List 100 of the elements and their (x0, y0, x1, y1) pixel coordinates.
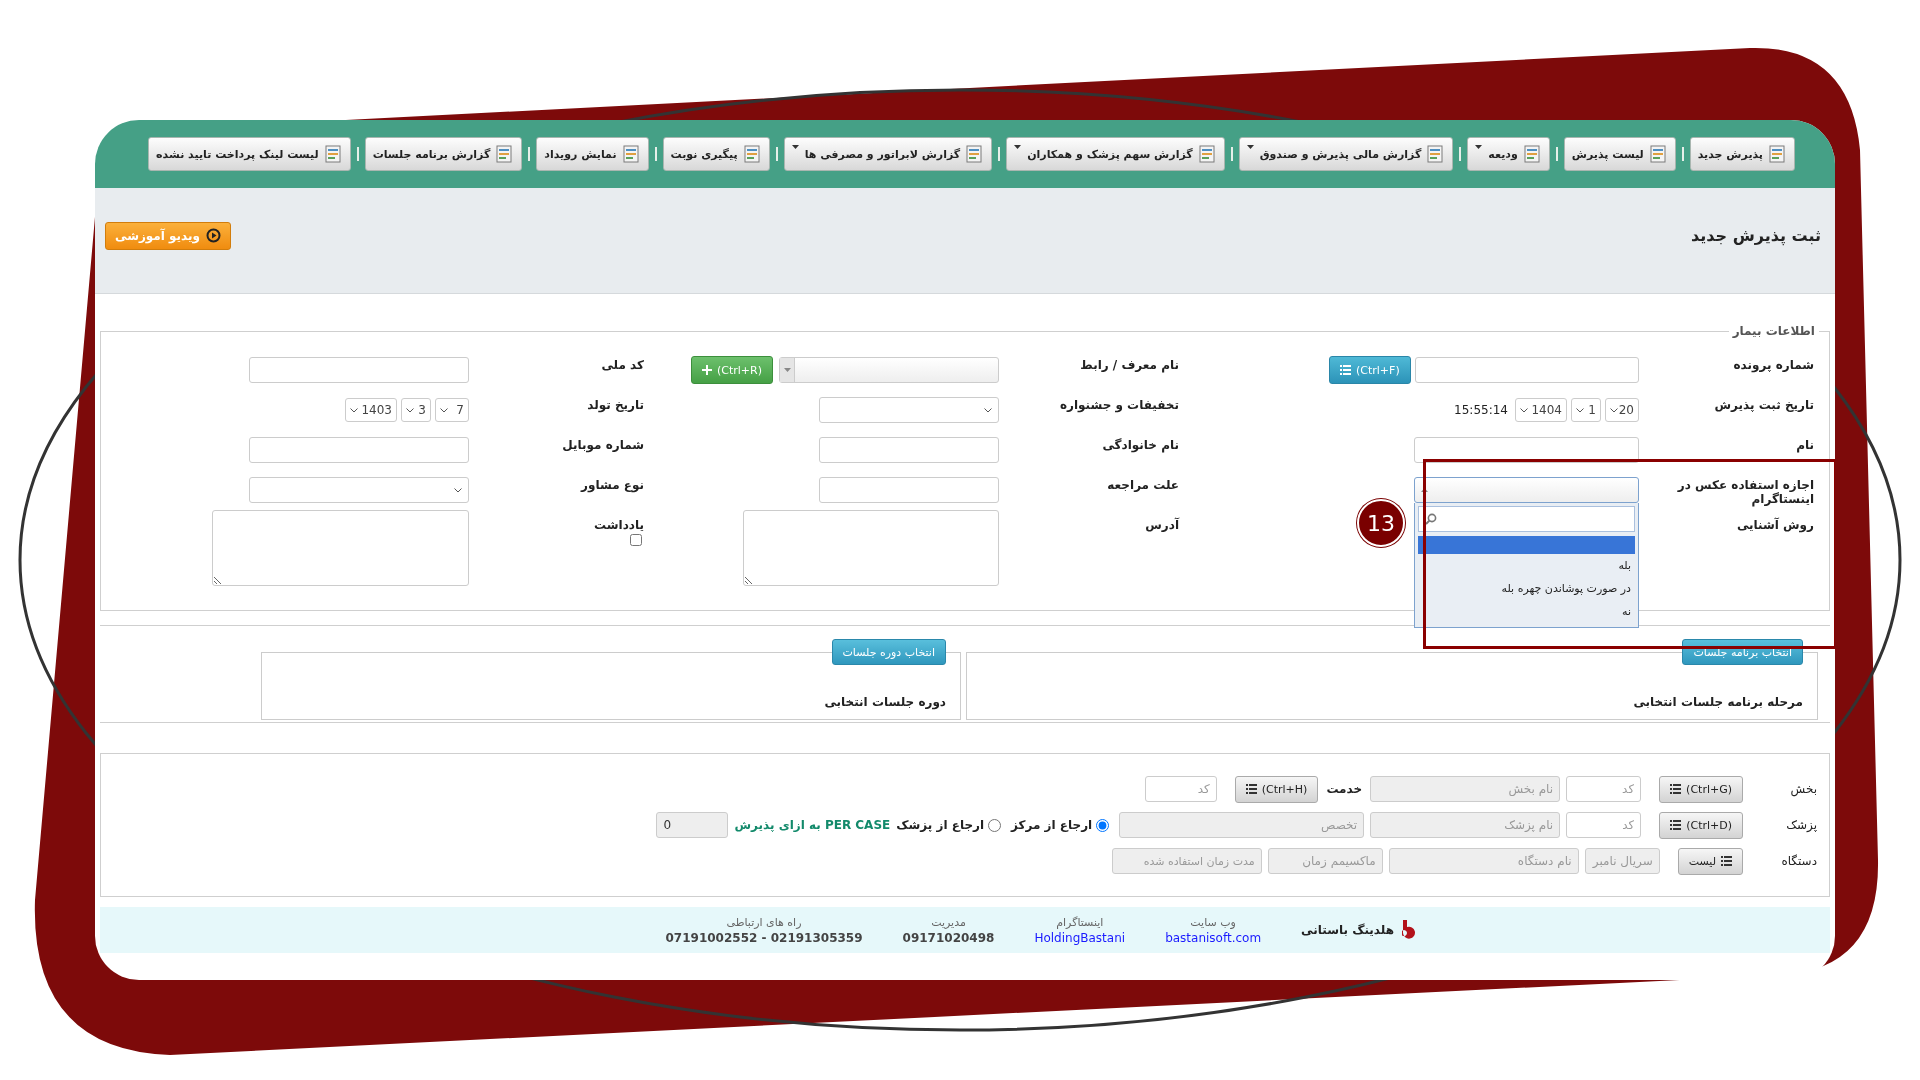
document-icon (1425, 144, 1446, 164)
referral-radio[interactable] (988, 818, 1002, 832)
contact-value: 07191002552 - 02191305359 (665, 930, 863, 945)
input-field[interactable] (249, 437, 469, 463)
field-label: شماره پرونده (1732, 357, 1815, 375)
caret-icon (1014, 145, 1022, 149)
field-label: کد ملی (600, 357, 645, 374)
list-icon (1721, 856, 1732, 866)
date-select[interactable]: 1404 (1515, 398, 1567, 422)
field-label: نام (1795, 437, 1815, 455)
lookup-button[interactable]: (Ctrl+D) (1659, 811, 1743, 839)
toolbar-button[interactable]: ودیعه (1467, 137, 1550, 171)
contact-value: 09171020498 (902, 930, 995, 945)
referral-radio[interactable] (1096, 818, 1110, 832)
note-textarea[interactable] (212, 510, 469, 586)
lookup-button[interactable]: (Ctrl+H) (1234, 775, 1319, 803)
field-label: بخش (1789, 782, 1817, 796)
document-icon (620, 144, 641, 164)
input-field[interactable] (819, 437, 999, 463)
address-textarea[interactable] (743, 510, 999, 586)
chevron-down-icon (454, 487, 462, 493)
device-field[interactable]: ماکسیمم زمان (1267, 848, 1383, 874)
section-legend: اطلاعات بیمار (1728, 324, 1819, 338)
field-label: دستگاه (1780, 854, 1817, 868)
document-icon (1521, 144, 1542, 164)
select-field[interactable] (819, 397, 999, 423)
caret-icon (1475, 145, 1483, 149)
specialty-field[interactable]: تخصص (1119, 812, 1365, 838)
field-label: روش آشنایی (1735, 516, 1815, 535)
select-field[interactable] (779, 357, 999, 383)
field-label: خدمت (1326, 782, 1363, 796)
time-text: 15:55:14 (1454, 403, 1508, 417)
list-icon (1340, 365, 1351, 375)
session-label: دوره جلسات انتخابی (824, 695, 946, 709)
toolbar-button[interactable]: نمایش رویداد (536, 137, 649, 171)
date-select[interactable]: 1403 (345, 398, 397, 422)
logo-icon (1402, 920, 1416, 940)
step-marker: 13 (1357, 499, 1405, 547)
toolbar-button[interactable]: گزارش مالی پذیرش و صندوق (1238, 137, 1454, 171)
toolbar-button[interactable]: لیست پذیرش (1563, 137, 1676, 171)
doctor-name-field[interactable]: نام پزشک (1370, 812, 1561, 838)
field-label: تاریخ ثبت پذیرش (1713, 397, 1815, 414)
list-icon (1670, 784, 1682, 794)
document-icon (322, 144, 343, 164)
date-select[interactable]: 3 (401, 398, 431, 422)
contact-title: اینستاگرام (1056, 915, 1104, 929)
chevron-down-icon (984, 407, 992, 413)
caret-icon (791, 145, 799, 149)
field-label: نام معرف / رابط (1079, 357, 1180, 375)
lookup-button[interactable]: (Ctrl+G) (1659, 775, 1743, 803)
date-select[interactable]: 20 (1605, 398, 1639, 422)
photo-permission-select[interactable] (1414, 477, 1639, 503)
toolbar-button[interactable]: گزارش سهم پزشک و همکاران (1006, 137, 1225, 171)
page-title: ثبت پذیرش جدید (1691, 226, 1821, 245)
session-label: مرحله برنامه جلسات انتخابی (1633, 695, 1803, 709)
dropdown-option[interactable]: در صورت پوشاندن چهره بله (1418, 577, 1635, 600)
toolbar-button[interactable]: گزارش لابراتور و مصرفی ها (783, 137, 993, 171)
brand-name: هلدینگ باستانی (1301, 923, 1394, 937)
toolbar-button[interactable]: پیگیری نوبت (662, 137, 770, 171)
contact-link[interactable]: HoldingBastani (1034, 930, 1126, 945)
caret-icon (1246, 145, 1254, 149)
device-field[interactable]: نام دستگاه (1388, 848, 1579, 874)
contact-link[interactable]: bastanisoft.com (1165, 930, 1262, 945)
code-field[interactable]: کد (1144, 776, 1217, 802)
field-label: اجازه استفاده عکس در اینستاگرام (1676, 477, 1815, 509)
chevron-down-icon (1576, 407, 1584, 413)
list-icon (1245, 784, 1257, 794)
input-field[interactable] (249, 357, 469, 383)
toolbar-button[interactable]: گزارش برنامه جلسات (364, 137, 523, 171)
dropdown-option[interactable]: بله (1418, 554, 1635, 577)
dropdown-option[interactable]: نه (1418, 600, 1635, 623)
code-field[interactable]: کد (1566, 776, 1642, 802)
radio-label: ارجاع از مرکز (1011, 818, 1093, 832)
radio-label: ارجاع از پزشک (896, 818, 985, 832)
plus-icon (702, 365, 712, 375)
per-case-field[interactable]: 0 (656, 812, 729, 838)
document-icon (964, 144, 985, 164)
search-field[interactable] (1418, 506, 1635, 532)
chevron-down-icon (406, 407, 414, 413)
select-field[interactable] (249, 477, 469, 503)
dropdown-option[interactable] (1418, 536, 1635, 554)
toolbar-button[interactable]: لیست لینک پرداخت تایید نشده (148, 137, 351, 171)
input-field[interactable] (819, 477, 999, 503)
date-select[interactable]: 1 (1571, 398, 1601, 422)
device-field[interactable]: مدت زمان استفاده شده (1111, 848, 1262, 874)
code-field[interactable]: کد (1566, 812, 1642, 838)
field-label: پزشک (1785, 818, 1817, 832)
search-icon (1425, 513, 1437, 525)
contact-title: وب سایت (1190, 915, 1236, 929)
toolbar-button[interactable]: پذیرش جدید (1689, 137, 1795, 171)
date-select[interactable]: 7 (435, 398, 469, 422)
device-field[interactable]: سریال نامبر (1584, 848, 1660, 874)
document-icon (1196, 144, 1217, 164)
chevron-down-icon (350, 407, 358, 413)
chevron-down-icon (1610, 407, 1618, 413)
list-button[interactable]: لیست (1677, 847, 1743, 875)
department-name-field[interactable]: نام بخش (1370, 776, 1561, 802)
document-icon (494, 144, 515, 164)
note-checkbox[interactable] (630, 534, 642, 546)
input-field[interactable] (1414, 357, 1639, 383)
